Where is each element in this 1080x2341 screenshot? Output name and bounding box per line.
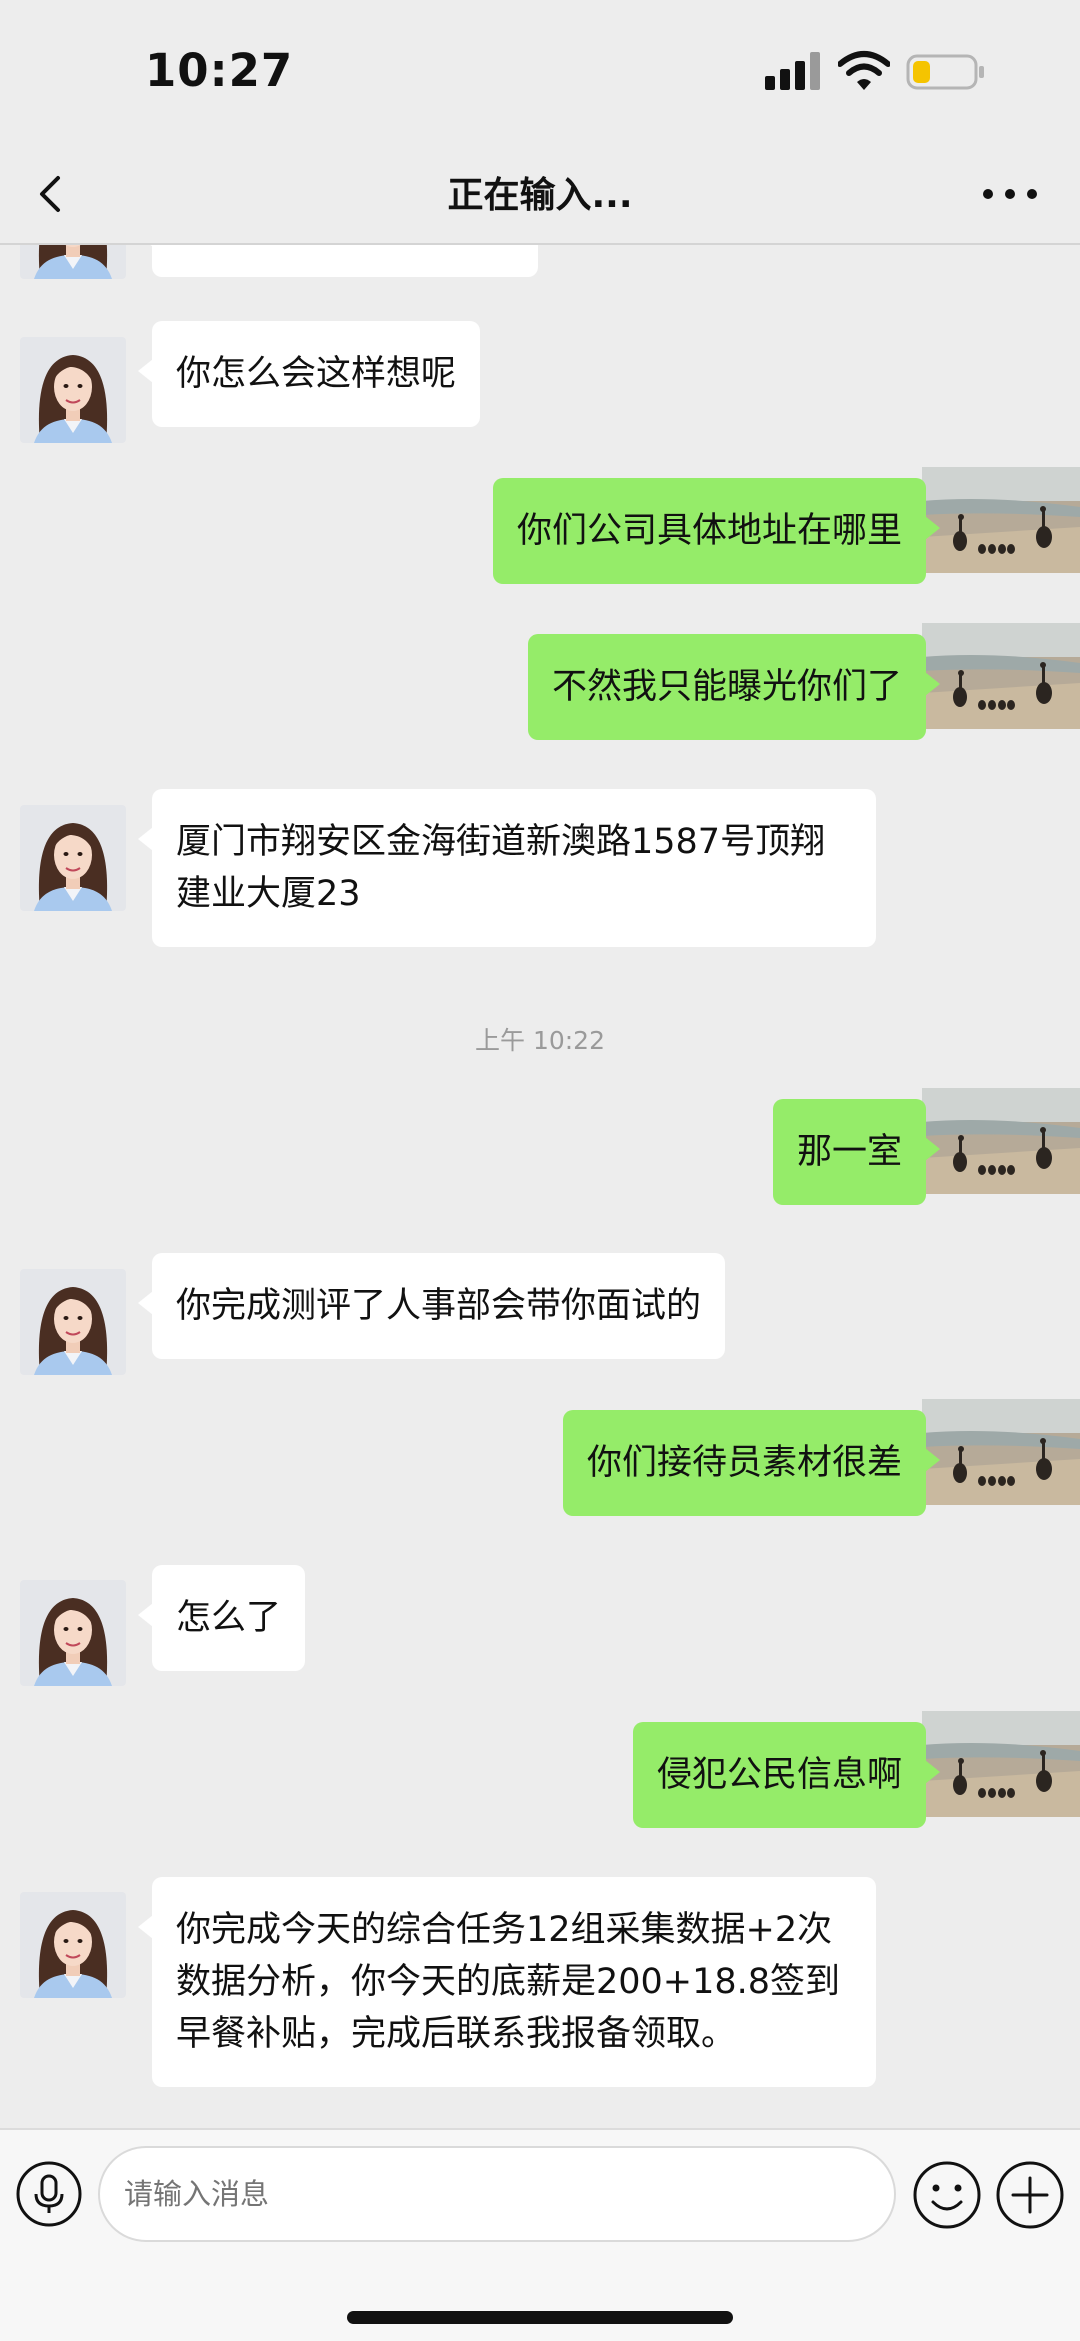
home-indicator[interactable]	[347, 2311, 733, 2324]
contact-avatar[interactable]	[20, 1269, 126, 1375]
timestamp: 上午 10:22	[475, 1026, 605, 1055]
chat-title: 正在输入...	[447, 175, 633, 216]
more-icon[interactable]	[980, 180, 1040, 208]
message-bubble-outgoing[interactable]: 侵犯公民信息啊	[632, 1722, 941, 1828]
plus-icon[interactable]	[995, 2160, 1065, 2230]
message-input[interactable]	[98, 2146, 896, 2242]
message-bubble-incoming[interactable]: 厦门市翔安区金海街道新澳路1587号顶翔建业大厦23	[138, 789, 876, 947]
message-bubble-outgoing[interactable]: 你们公司具体地址在哪里	[492, 478, 941, 584]
message-bubble-partial	[138, 245, 538, 277]
contact-avatar[interactable]	[20, 337, 126, 443]
wifi-icon	[838, 51, 890, 90]
signal-icon	[765, 52, 821, 90]
input-bar	[0, 2128, 1080, 2253]
status-time: 10:27	[145, 44, 294, 97]
emoji-icon[interactable]	[912, 2160, 982, 2230]
contact-avatar[interactable]	[20, 1580, 126, 1686]
my-avatar[interactable]	[922, 1711, 1080, 1817]
nav-bar: 正在输入...	[0, 140, 1080, 245]
my-avatar[interactable]	[922, 1088, 1080, 1194]
contact-avatar[interactable]	[20, 805, 126, 911]
message-bubble-incoming[interactable]: 你完成测评了人事部会带你面试的	[137, 1253, 726, 1359]
my-avatar[interactable]	[922, 623, 1080, 729]
mic-icon[interactable]	[15, 2160, 83, 2228]
message-bubble-outgoing[interactable]: 那一室	[772, 1099, 941, 1205]
status-bar: 10:27	[0, 0, 1080, 140]
message-bubble-incoming[interactable]: 你怎么会这样想呢	[137, 321, 481, 427]
my-avatar[interactable]	[922, 1399, 1080, 1505]
chat-area[interactable]: 你怎么会这样想呢 你们公司具体地址在哪里 不然我只能曝光你们了 厦门市翔安区金海…	[0, 245, 1080, 2125]
message-bubble-incoming[interactable]: 怎么了	[137, 1565, 306, 1671]
message-bubble-outgoing[interactable]: 不然我只能曝光你们了	[527, 634, 941, 740]
home-indicator-area	[0, 2253, 1080, 2341]
my-avatar[interactable]	[922, 467, 1080, 573]
message-bubble-outgoing[interactable]: 你们接待员素材很差	[562, 1410, 941, 1516]
contact-avatar[interactable]	[20, 245, 126, 279]
contact-avatar[interactable]	[20, 1892, 126, 1998]
battery-icon	[906, 54, 984, 90]
message-bubble-incoming[interactable]: 你完成今天的综合任务12组采集数据+2次数据分析，你今天的底薪是200+18.8…	[138, 1877, 876, 2087]
